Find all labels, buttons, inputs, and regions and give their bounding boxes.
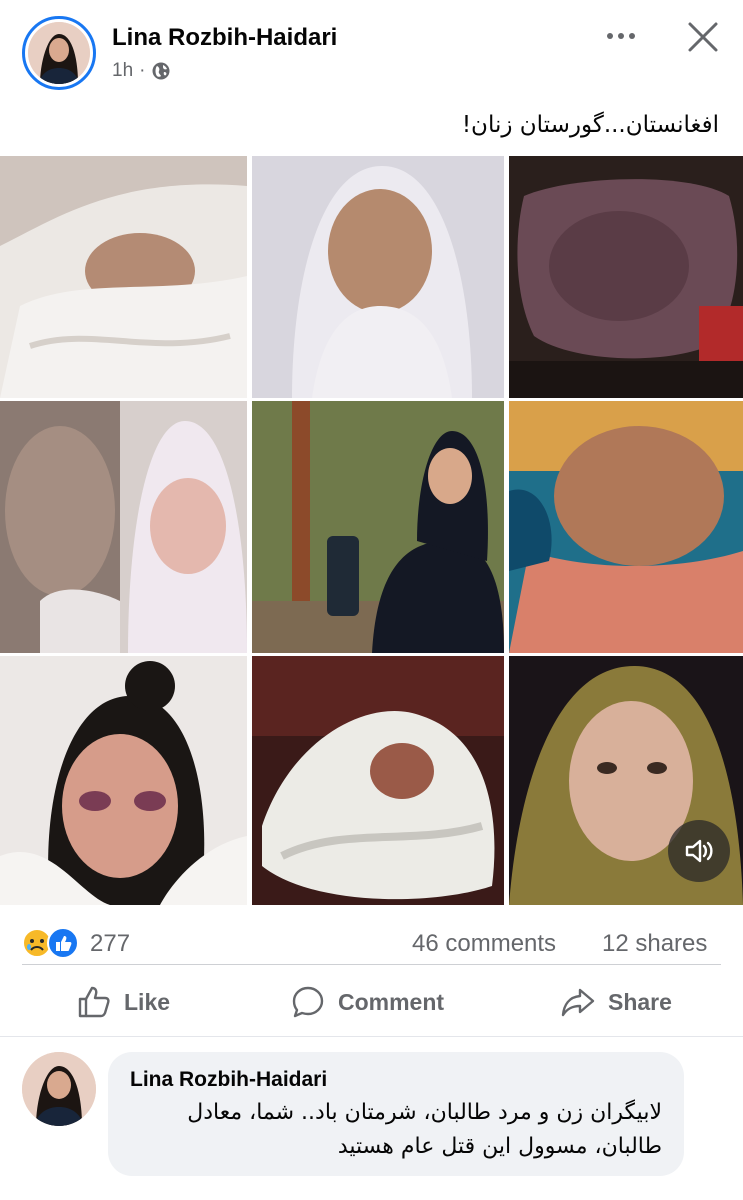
- post-header: Lina Rozbih-Haidari 1h ·: [0, 0, 743, 95]
- photo-5[interactable]: [252, 401, 504, 653]
- reaction-icons[interactable]: [20, 926, 84, 960]
- thumbs-up-icon: [78, 986, 110, 1018]
- like-label: Like: [124, 988, 171, 1015]
- post-text: افغانستان...گورستان زنان!: [461, 112, 719, 138]
- sad-reaction-icon: [22, 928, 52, 958]
- meta-separator: ·: [139, 60, 146, 81]
- author-avatar-ring[interactable]: [22, 16, 96, 90]
- post-stats: 277 46 comments 12 shares: [0, 920, 743, 970]
- sound-toggle-button[interactable]: [668, 820, 730, 882]
- post-time[interactable]: 1h: [112, 60, 133, 82]
- comment-bubble-icon: [292, 986, 324, 1018]
- close-icon[interactable]: [686, 20, 720, 54]
- post-actions: Like Comment Share: [0, 972, 743, 1032]
- photo-1[interactable]: [0, 156, 247, 398]
- comment-bubble: Lina Rozbih-Haidari لابیگران زن و مرد طا…: [108, 1052, 684, 1176]
- like-button[interactable]: Like: [76, 980, 170, 1024]
- comment-text: لابیگران زن و مرد طالبان، شرمتان باد.. ش…: [187, 1100, 662, 1159]
- photo-4[interactable]: [0, 401, 247, 653]
- photo-7[interactable]: [0, 656, 247, 905]
- photo-8[interactable]: [252, 656, 504, 905]
- author-avatar[interactable]: [28, 22, 90, 84]
- share-arrow-icon: [561, 988, 595, 1017]
- post-meta: 1h ·: [112, 60, 171, 82]
- commenter-name[interactable]: Lina Rozbih-Haidari: [130, 1068, 327, 1092]
- share-button[interactable]: Share: [560, 980, 672, 1024]
- actions-divider: [0, 1036, 743, 1037]
- photo-grid[interactable]: [0, 156, 743, 905]
- comment-label: Comment: [338, 988, 445, 1015]
- photo-2[interactable]: [252, 156, 504, 398]
- commenter-avatar[interactable]: [22, 1052, 96, 1126]
- author-name[interactable]: Lina Rozbih-Haidari: [112, 24, 337, 52]
- shares-count[interactable]: 12 shares: [602, 930, 707, 958]
- share-label: Share: [608, 988, 672, 1015]
- speaker-icon: [685, 839, 713, 863]
- photo-6[interactable]: [509, 401, 743, 653]
- reaction-count[interactable]: 277: [90, 930, 130, 958]
- globe-icon[interactable]: [151, 61, 171, 81]
- photo-3[interactable]: [509, 156, 743, 398]
- more-options-icon[interactable]: [604, 24, 638, 48]
- like-reaction-icon: [47, 927, 79, 959]
- comment-button[interactable]: Comment: [290, 980, 444, 1024]
- comments-count[interactable]: 46 comments: [412, 930, 556, 958]
- stats-divider: [22, 964, 721, 965]
